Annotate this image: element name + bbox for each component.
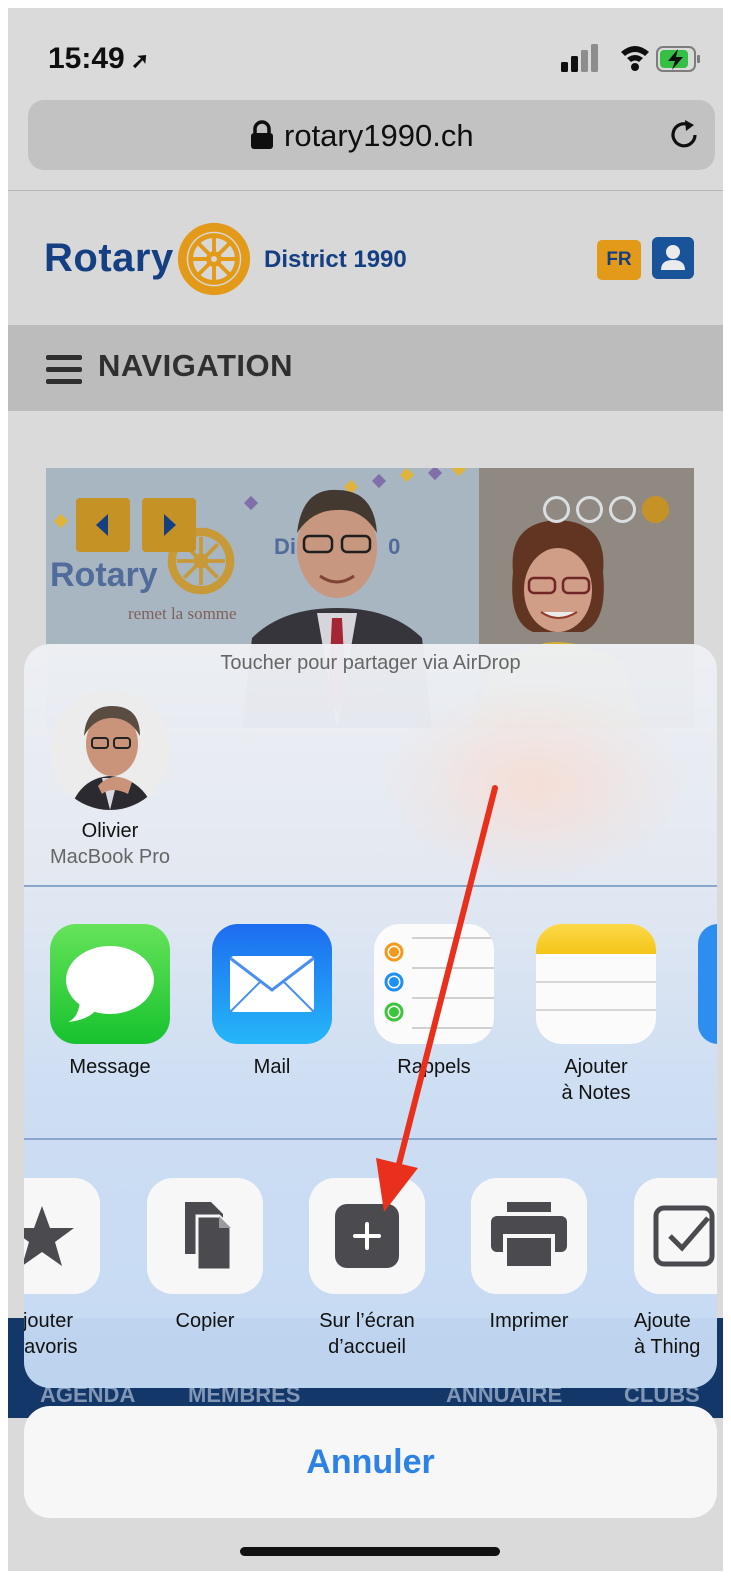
app-label-message: Message [69, 1056, 151, 1078]
notes-icon[interactable] [536, 924, 656, 1044]
reminders-icon[interactable] [374, 924, 494, 1044]
action-label-imprimer: Imprimer [489, 1310, 569, 1332]
divider [24, 1138, 717, 1140]
action-label-favoris: jouter favoris [24, 1310, 78, 1358]
airdrop-avatar[interactable] [50, 690, 170, 810]
airdrop-person-name: Olivier [81, 820, 139, 842]
add-to-home-icon[interactable] [309, 1178, 425, 1294]
more-apps-partial-icon[interactable] [698, 924, 717, 1044]
share-sheet: Toucher pour partager via AirDrop Olivie… [24, 644, 717, 1388]
messages-icon[interactable] [50, 924, 170, 1044]
action-label-copier: Copier [175, 1310, 235, 1332]
home-indicator[interactable] [240, 1547, 500, 1556]
divider [24, 885, 717, 887]
print-icon[interactable] [471, 1178, 587, 1294]
sheet-glow [384, 684, 684, 884]
phone-screen: 15:49 ➚ rotary1990.ch Rotary District 19… [8, 8, 723, 1571]
mail-icon[interactable] [212, 924, 332, 1044]
star-icon[interactable] [24, 1178, 100, 1294]
action-label-ecran-accueil: Sur l’écran d’accueil [319, 1310, 415, 1358]
app-label-mail: Mail [253, 1056, 291, 1078]
cancel-button[interactable]: Annuler [24, 1406, 717, 1518]
airdrop-hint: Toucher pour partager via AirDrop [220, 652, 521, 674]
app-label-notes: Ajouter à Notes [561, 1056, 631, 1104]
airdrop-device-name: MacBook Pro [49, 846, 171, 868]
action-label-things: Ajoute à Thing [634, 1310, 701, 1358]
app-label-rappels: Rappels [397, 1056, 471, 1078]
copy-icon[interactable] [147, 1178, 263, 1294]
things-icon[interactable] [634, 1178, 717, 1294]
